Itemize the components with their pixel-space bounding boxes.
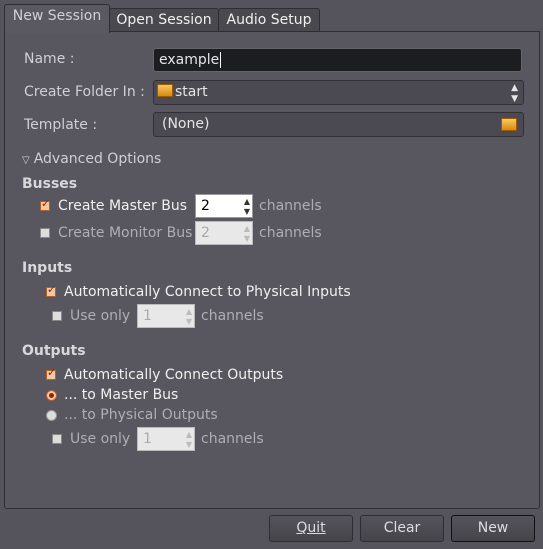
outputs-heading: Outputs xyxy=(22,343,86,359)
outputs-use-only-checkbox[interactable] xyxy=(52,434,62,444)
auto-connect-outputs-label: Automatically Connect Outputs xyxy=(64,367,284,383)
auto-connect-inputs-checkbox[interactable] xyxy=(46,283,56,297)
busses-heading: Busses xyxy=(22,176,78,192)
updown-icon: ▲ ▼ xyxy=(511,83,518,104)
folder-value: start xyxy=(175,84,208,100)
down-arrow-icon[interactable]: ▼ xyxy=(244,235,250,243)
advanced-options-expander[interactable]: ▽ Advanced Options xyxy=(22,150,161,170)
open-folder-icon xyxy=(501,118,517,131)
up-arrow-icon[interactable]: ▲ xyxy=(186,308,192,316)
channels-label: channels xyxy=(201,431,264,447)
auto-connect-inputs-label: Automatically Connect to Physical Inputs xyxy=(64,284,351,300)
inputs-use-only-label: Use only xyxy=(70,308,131,324)
tab-open-session[interactable]: Open Session xyxy=(109,8,219,32)
up-arrow-icon[interactable]: ▲ xyxy=(186,431,192,439)
template-value: (None) xyxy=(162,116,210,132)
channels-label: channels xyxy=(259,225,322,241)
inputs-heading: Inputs xyxy=(22,260,73,276)
folder-icon xyxy=(157,84,173,97)
quit-button[interactable]: Quit xyxy=(269,515,353,542)
inputs-use-only-checkbox[interactable] xyxy=(52,311,62,321)
outputs-use-only-label: Use only xyxy=(70,431,131,447)
tab-new-session[interactable]: New Session xyxy=(4,4,110,33)
template-chooser[interactable]: (None) xyxy=(153,112,524,137)
monitor-bus-label: Create Monitor Bus xyxy=(58,225,193,241)
master-bus-label: Create Master Bus xyxy=(58,198,188,214)
outputs-channels-value: 1 xyxy=(143,431,152,447)
monitor-bus-checkbox[interactable] xyxy=(40,228,50,238)
new-label: New xyxy=(477,520,509,536)
up-arrow-icon[interactable]: ▲ xyxy=(244,198,250,206)
master-channels-spin[interactable]: 2 ▲ ▼ xyxy=(195,194,253,218)
channels-label: channels xyxy=(201,308,264,324)
to-master-bus-label: ... to Master Bus xyxy=(64,387,179,403)
name-input[interactable]: example xyxy=(153,48,522,72)
to-master-bus-radio[interactable] xyxy=(46,390,57,401)
down-arrow-icon[interactable]: ▼ xyxy=(244,208,250,216)
master-channels-value: 2 xyxy=(201,198,210,214)
folder-chooser[interactable]: start ▲ ▼ xyxy=(153,80,524,105)
new-button[interactable]: New xyxy=(451,515,535,542)
tab-audio-setup[interactable]: Audio Setup xyxy=(218,8,320,32)
to-physical-outputs-radio[interactable] xyxy=(46,410,57,421)
to-physical-outputs-label: ... to Physical Outputs xyxy=(64,407,218,423)
up-arrow-icon[interactable]: ▲ xyxy=(244,225,250,233)
auto-connect-outputs-checkbox[interactable] xyxy=(46,366,56,380)
monitor-channels-value: 2 xyxy=(201,225,210,241)
folder-label: Create Folder In : xyxy=(24,84,145,100)
inputs-channels-spin[interactable]: 1 ▲ ▼ xyxy=(137,304,195,328)
template-label: Template : xyxy=(24,117,98,133)
outputs-channels-spin[interactable]: 1 ▲ ▼ xyxy=(137,427,195,451)
clear-label: Clear xyxy=(383,520,421,536)
name-value: example xyxy=(159,52,220,68)
triangle-down-icon: ▽ xyxy=(22,155,30,166)
down-arrow-icon[interactable]: ▼ xyxy=(186,441,192,449)
clear-button[interactable]: Clear xyxy=(360,515,444,542)
name-label: Name : xyxy=(24,51,75,67)
channels-label: channels xyxy=(259,198,322,214)
monitor-channels-spin[interactable]: 2 ▲ ▼ xyxy=(195,221,253,245)
inputs-channels-value: 1 xyxy=(143,308,152,324)
down-arrow-icon[interactable]: ▼ xyxy=(186,318,192,326)
advanced-label: Advanced Options xyxy=(33,151,162,167)
master-bus-checkbox[interactable] xyxy=(40,197,50,211)
quit-label: Quit xyxy=(296,520,326,536)
